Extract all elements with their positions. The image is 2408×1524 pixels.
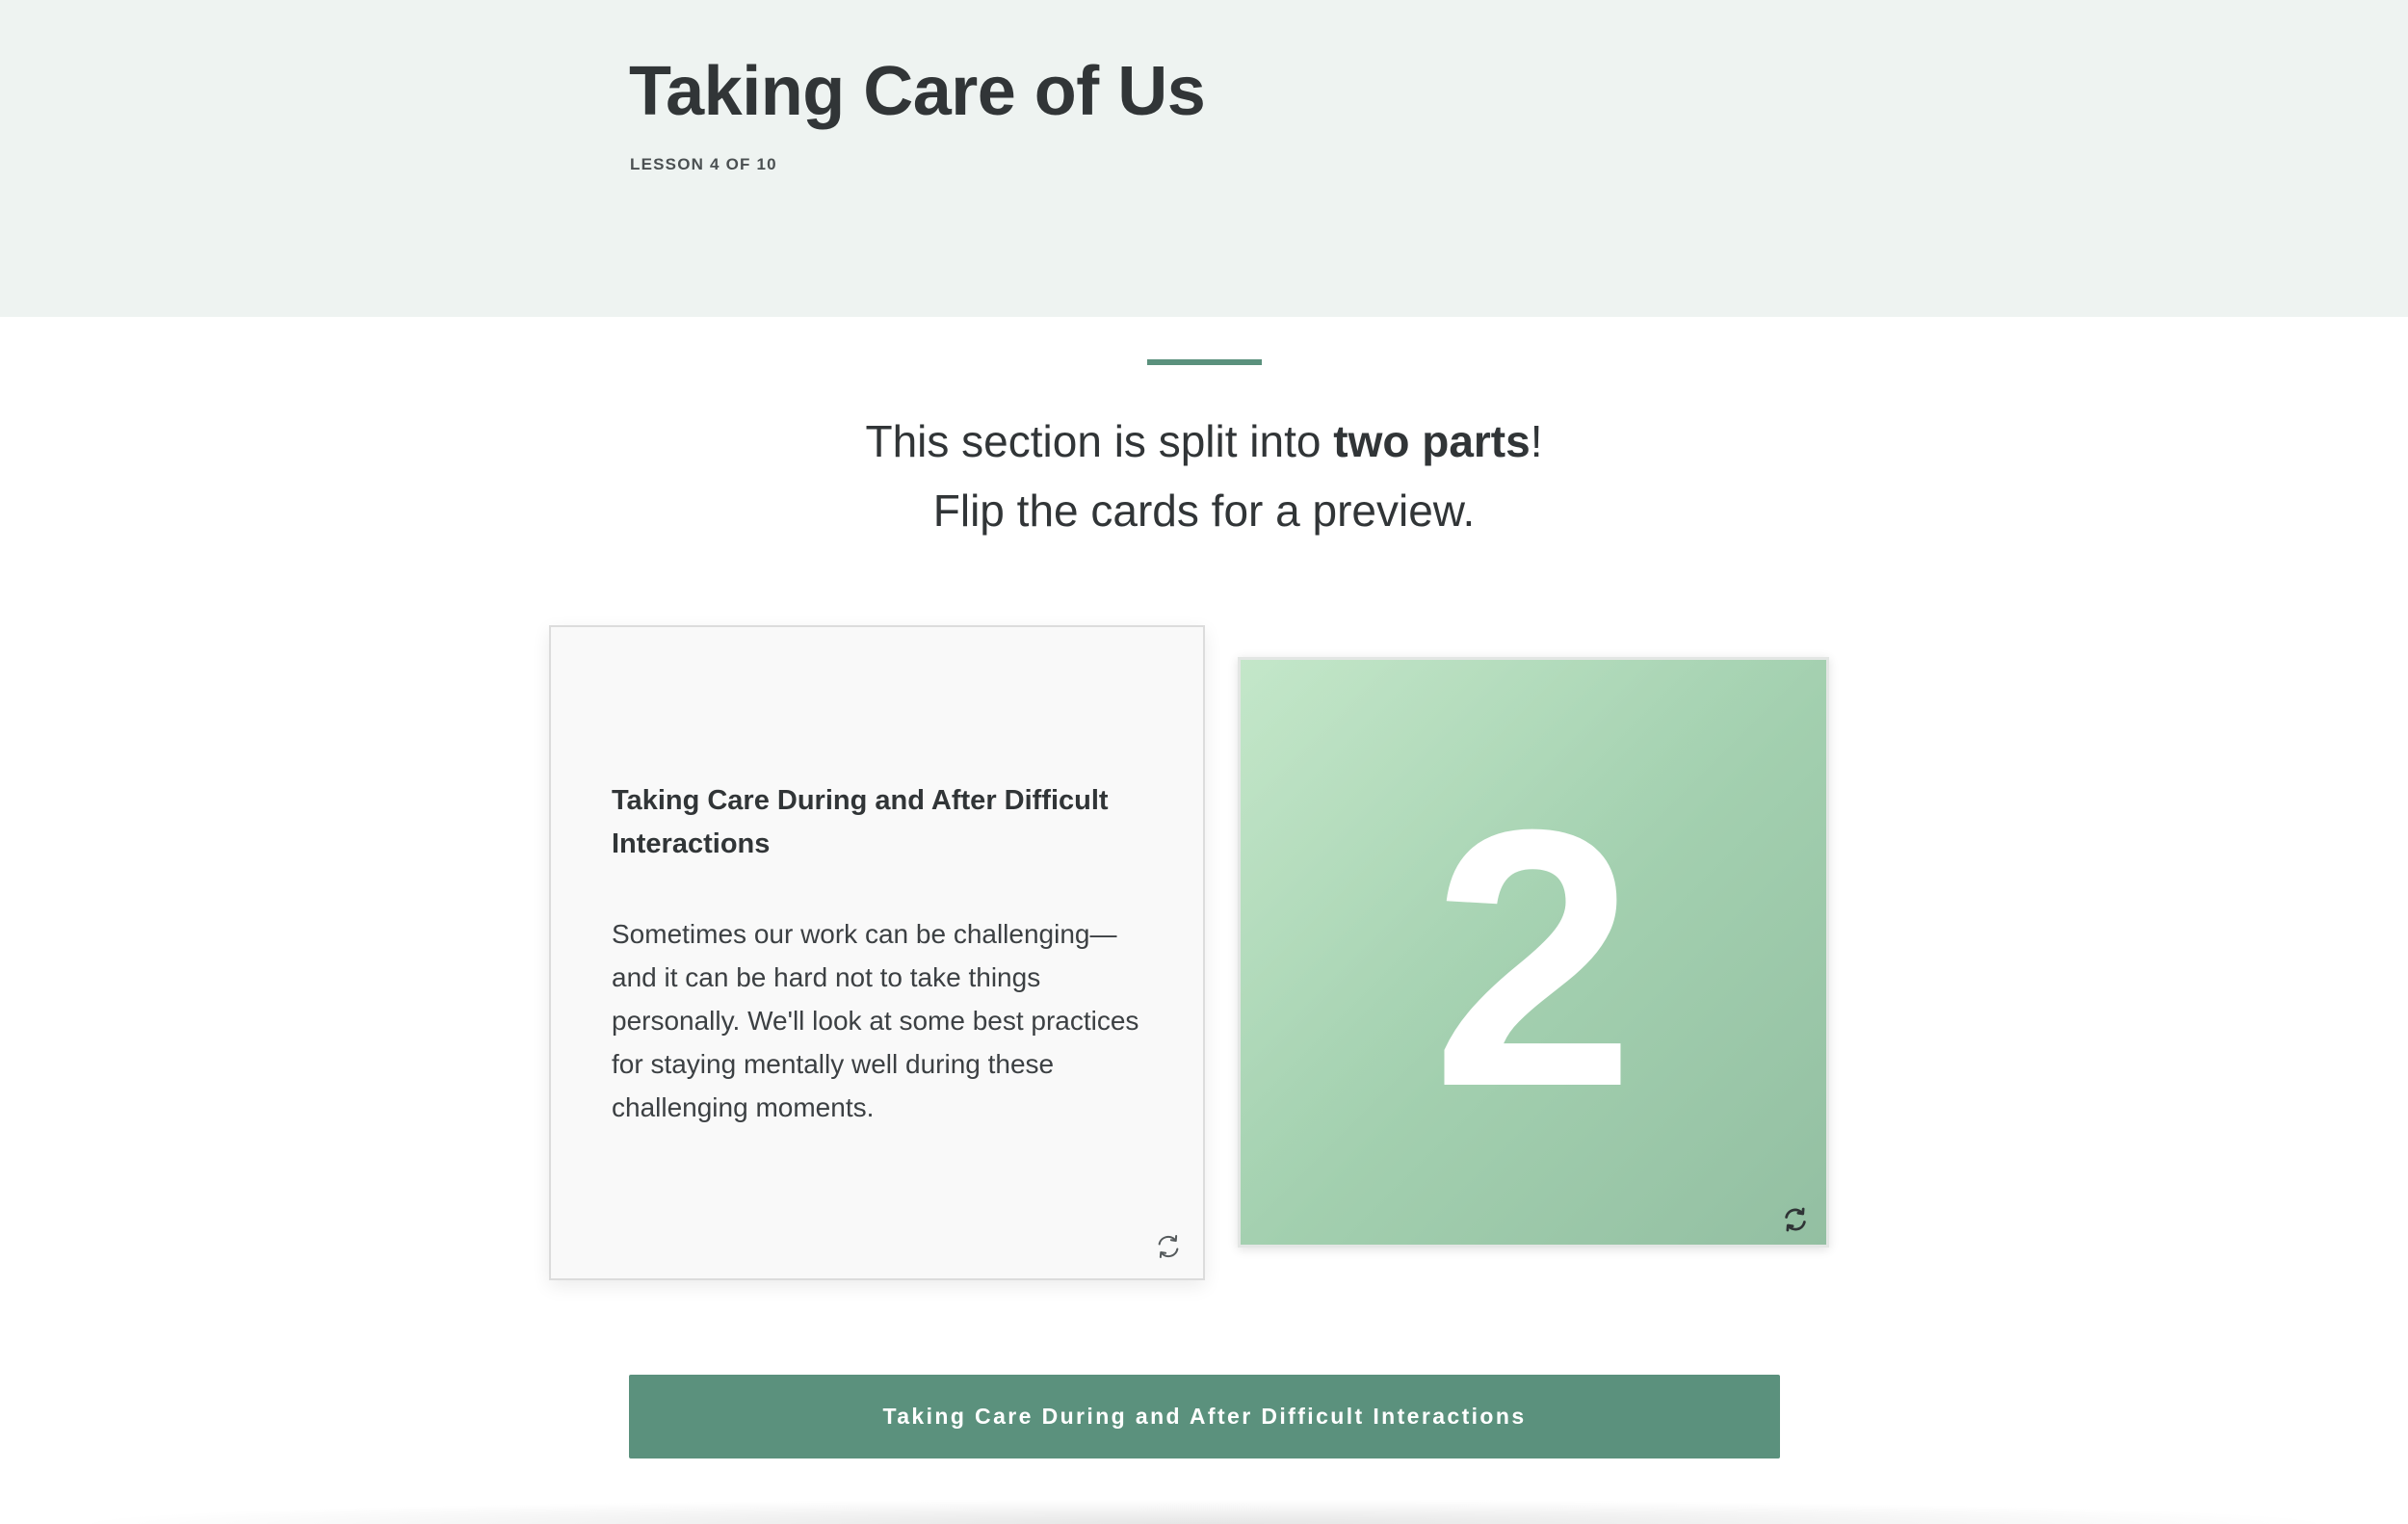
flashcard-2[interactable]: 2 — [1238, 657, 1829, 1248]
intro-line-1-bold: two parts — [1333, 416, 1531, 466]
lesson-title: Taking Care of Us — [629, 53, 1206, 130]
flashcard-1[interactable]: Taking Care During and After Difficult I… — [549, 625, 1205, 1280]
flip-icon[interactable] — [1779, 1203, 1812, 1236]
intro-text: This section is split into two parts! Fl… — [0, 407, 2408, 545]
lesson-progress: LESSON 4 OF 10 — [630, 155, 777, 173]
intro-line-2: Flip the cards for a preview. — [932, 486, 1476, 536]
lesson-page: Taking Care of Us LESSON 4 OF 10 This se… — [0, 0, 2408, 1524]
flashcard-1-title: Taking Care During and After Difficult I… — [612, 785, 1109, 859]
intro-line-1-prefix: This section is split into — [865, 416, 1334, 466]
intro-line-1-suffix: ! — [1530, 416, 1543, 466]
lesson-header: Taking Care of Us LESSON 4 OF 10 — [0, 0, 2408, 317]
bottom-shadow — [58, 1499, 2350, 1524]
flashcard-1-body: Sometimes our work can be challenging—an… — [612, 919, 1139, 1122]
flip-icon[interactable] — [1152, 1230, 1185, 1263]
flashcard-2-number: 2 — [1431, 753, 1636, 1163]
continue-lesson-button[interactable]: Taking Care During and After Difficult I… — [629, 1375, 1780, 1458]
intro-line-1: This section is split into two parts! — [0, 407, 2408, 476]
section-divider — [1147, 359, 1262, 365]
